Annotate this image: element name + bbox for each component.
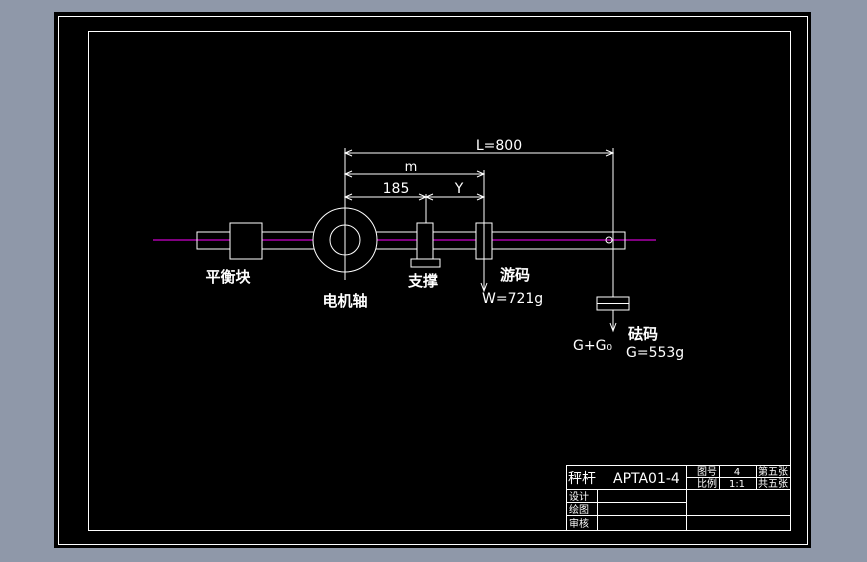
support-block xyxy=(416,222,434,260)
title-sheet-label: 第五张 xyxy=(758,465,788,478)
title-total-sheets-label: 共五张 xyxy=(758,478,788,490)
dim-text-L: L=800 xyxy=(476,138,522,154)
support-base xyxy=(410,258,441,268)
label-counterweight: 平衡块 xyxy=(205,268,251,286)
title-drawn-label: 绘图 xyxy=(569,503,589,516)
title-part-name: 秤杆 xyxy=(568,471,596,487)
counterweight-block xyxy=(229,222,263,260)
drawing-sheet: L=800 m 185 Y 平衡块 电机轴 支撑 游码 W=721g G+G₀ … xyxy=(54,12,811,548)
label-weight-value: G=553g xyxy=(626,345,684,361)
title-design-label: 设计 xyxy=(569,490,589,503)
title-drawing-no: APTA01-4 xyxy=(613,471,680,487)
dim-text-m: m xyxy=(405,160,418,175)
title-scale-label: 比例 xyxy=(697,477,717,490)
title-scale-value: 1:1 xyxy=(729,479,745,490)
title-fig-no-value: 4 xyxy=(734,467,740,478)
dim-text-185: 185 xyxy=(383,181,410,197)
title-review-label: 审核 xyxy=(569,517,589,530)
title-fig-no-label: 图号 xyxy=(697,466,717,478)
label-weight: 砝码 xyxy=(628,325,658,343)
label-support: 支撑 xyxy=(407,272,438,290)
inner-frame xyxy=(88,31,791,531)
label-motor-shaft: 电机轴 xyxy=(322,292,367,310)
label-weight-sum: G+G₀ xyxy=(573,338,612,354)
dim-text-Y: Y xyxy=(454,181,464,197)
cad-drawing: L=800 m 185 Y 平衡块 电机轴 支撑 游码 W=721g G+G₀ … xyxy=(58,16,808,545)
label-rider-weight: 游码 xyxy=(500,266,530,284)
label-rider-weight-value: W=721g xyxy=(482,291,543,307)
